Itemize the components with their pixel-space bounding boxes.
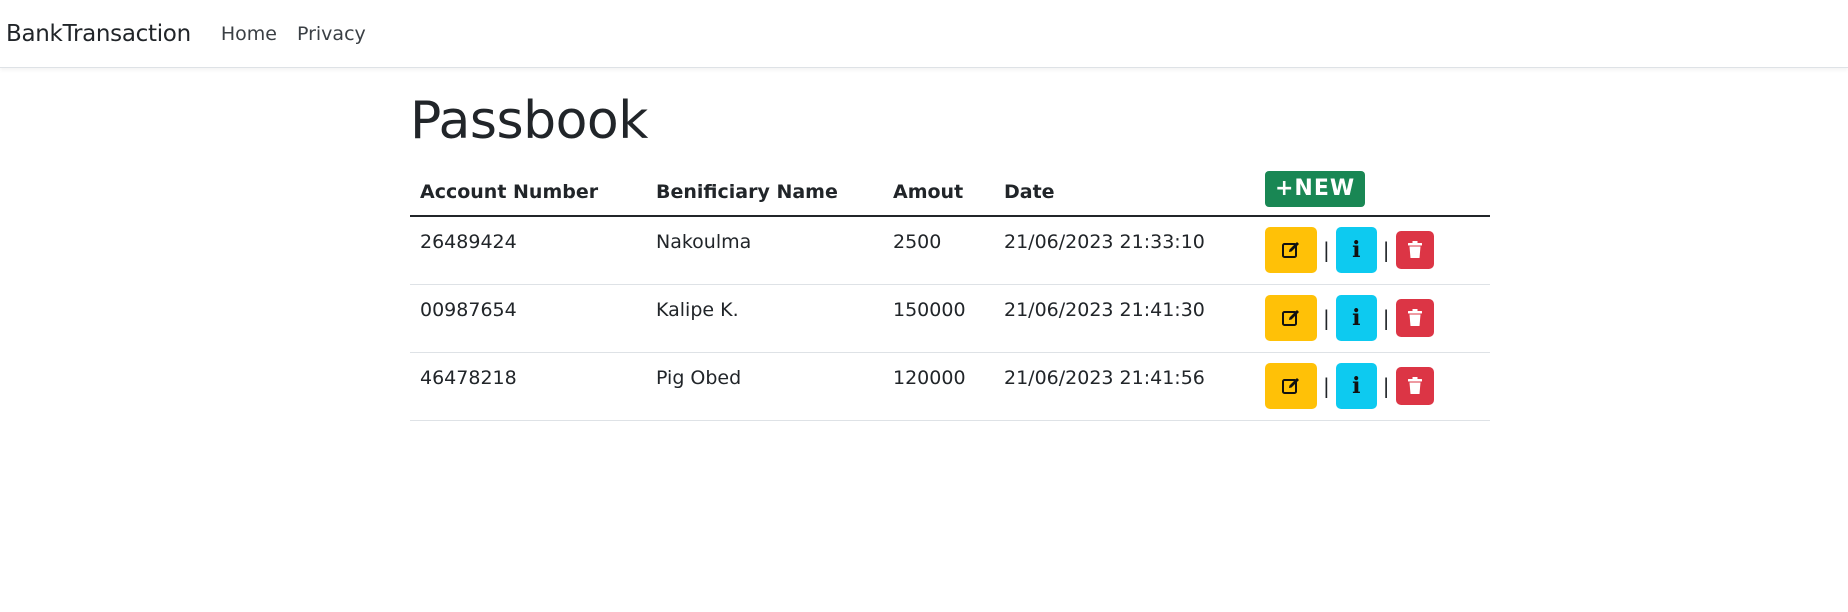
delete-button[interactable] <box>1395 231 1434 269</box>
cell-actions: | i | <box>1255 352 1490 421</box>
separator: | <box>1323 373 1330 398</box>
table-row: 46478218 Pig Obed 120000 21/06/2023 21:4… <box>410 352 1490 421</box>
header-date: Date <box>994 168 1255 217</box>
table-row: 00987654 Kalipe K. 150000 21/06/2023 21:… <box>410 284 1490 353</box>
edit-icon <box>1282 377 1299 394</box>
cell-amount: 150000 <box>883 284 994 353</box>
cell-amount: 2500 <box>883 216 994 285</box>
cell-name: Kalipe K. <box>646 284 883 353</box>
cell-account: 46478218 <box>410 352 646 421</box>
separator: | <box>1323 238 1330 262</box>
cell-date: 21/06/2023 21:33:10 <box>994 216 1255 285</box>
cell-amount: 120000 <box>883 352 994 421</box>
edit-icon <box>1282 309 1299 326</box>
edit-button[interactable] <box>1265 362 1317 409</box>
table-header-row: Account Number Benificiary Name Amout Da… <box>410 168 1490 217</box>
brand-link[interactable]: BankTransaction <box>6 21 191 47</box>
page-title: Passbook <box>410 91 648 151</box>
cell-actions: | i | <box>1255 284 1490 353</box>
trash-icon <box>1407 241 1422 258</box>
table-row: 26489424 Nakoulma 2500 21/06/2023 21:33:… <box>410 216 1490 285</box>
cell-actions: | i | <box>1255 216 1490 285</box>
info-icon: i <box>1352 304 1361 331</box>
edit-icon <box>1282 242 1299 258</box>
details-button[interactable]: i <box>1335 227 1377 273</box>
new-button[interactable]: +NEW <box>1265 170 1366 207</box>
trash-icon <box>1407 376 1422 394</box>
header-beneficiary-name: Benificiary Name <box>646 168 883 217</box>
nav-link-privacy[interactable]: Privacy <box>297 23 366 45</box>
cell-date: 21/06/2023 21:41:30 <box>994 284 1255 353</box>
cell-account: 26489424 <box>410 216 646 285</box>
cell-name: Pig Obed <box>646 352 883 421</box>
info-icon: i <box>1352 237 1361 263</box>
navbar: BankTransaction Home Privacy <box>0 0 1848 68</box>
passbook-table: Account Number Benificiary Name Amout Da… <box>410 168 1490 421</box>
header-amount: Amout <box>883 168 994 217</box>
cell-date: 21/06/2023 21:41:56 <box>994 352 1255 421</box>
separator: | <box>1382 373 1390 398</box>
delete-button[interactable] <box>1395 366 1434 405</box>
delete-button[interactable] <box>1395 298 1434 337</box>
nav-link-home[interactable]: Home <box>221 23 277 45</box>
cell-account: 00987654 <box>410 284 646 353</box>
trash-icon <box>1407 308 1422 326</box>
cell-name: Nakoulma <box>646 216 883 285</box>
details-button[interactable]: i <box>1335 362 1377 409</box>
separator: | <box>1323 305 1330 330</box>
main-container: Passbook Account Number Benificiary Name… <box>410 68 1490 421</box>
separator: | <box>1382 238 1390 262</box>
header-actions: +NEW <box>1255 168 1490 217</box>
details-button[interactable]: i <box>1335 294 1377 341</box>
header-account-number: Account Number <box>410 168 646 217</box>
edit-button[interactable] <box>1265 294 1317 341</box>
separator: | <box>1382 305 1390 330</box>
edit-button[interactable] <box>1265 227 1317 273</box>
info-icon: i <box>1352 372 1361 399</box>
